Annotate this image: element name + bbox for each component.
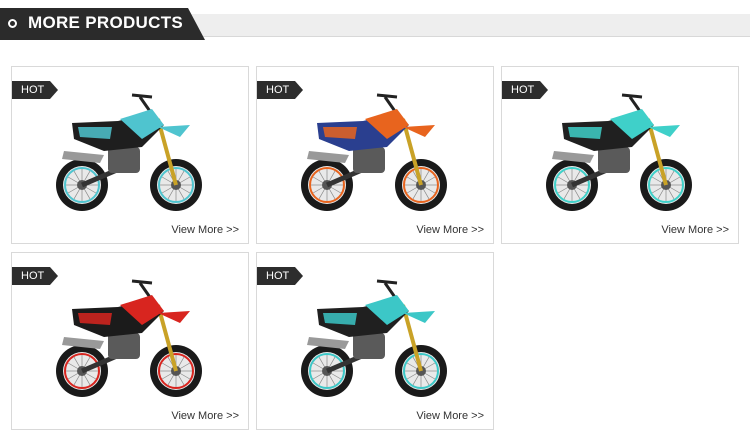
- view-more-link[interactable]: View More >>: [171, 224, 239, 236]
- product-card-3[interactable]: HOT View More >>: [501, 66, 739, 244]
- product-card-1[interactable]: HOT View More >>: [11, 66, 249, 244]
- product-card-5[interactable]: HOT View More >>: [256, 252, 494, 430]
- header-tab: MORE PRODUCTS: [0, 8, 205, 40]
- view-more-link[interactable]: View More >>: [171, 410, 239, 422]
- product-card-2[interactable]: HOT View More >>: [256, 66, 494, 244]
- dirt-bike-image: [56, 93, 202, 211]
- view-more-link[interactable]: View More >>: [416, 410, 484, 422]
- dirt-bike-image: [301, 93, 447, 211]
- dirt-bike-image: [546, 93, 692, 211]
- section-header: MORE PRODUCTS: [0, 8, 750, 40]
- dirt-bike-image: [56, 279, 202, 397]
- view-more-link[interactable]: View More >>: [416, 224, 484, 236]
- section-title: MORE PRODUCTS: [28, 13, 184, 32]
- circle-icon: [8, 19, 17, 28]
- dirt-bike-image: [301, 279, 447, 397]
- view-more-link[interactable]: View More >>: [661, 224, 729, 236]
- product-card-4[interactable]: HOT View More >>: [11, 252, 249, 430]
